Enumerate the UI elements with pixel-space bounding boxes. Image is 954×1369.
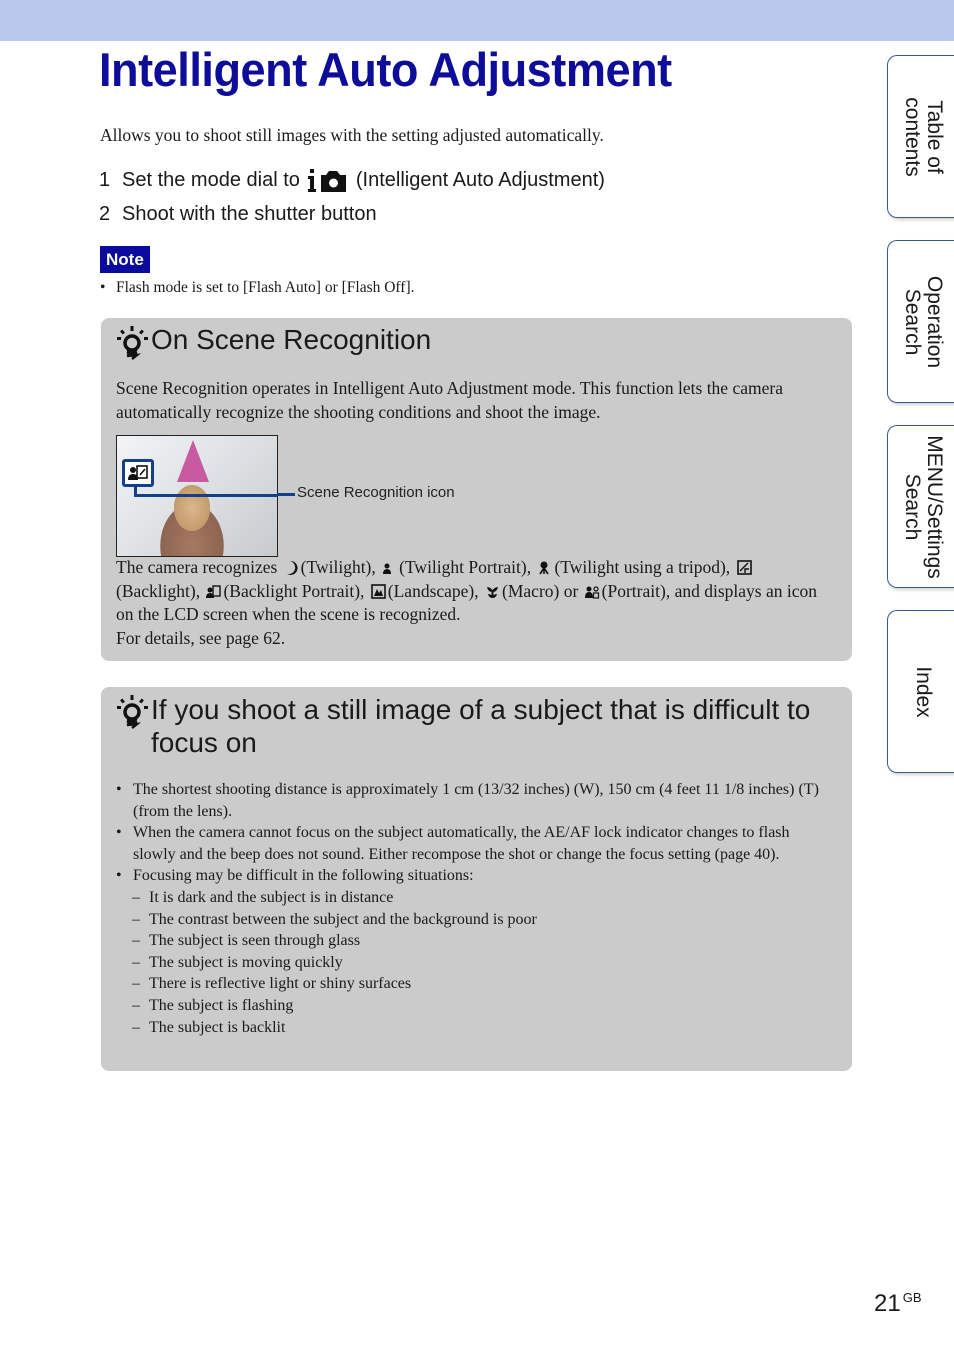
step-text: Set the mode dial to [122,168,300,191]
scene-label: (Macro) [502,580,560,601]
backlight-portrait-icon [206,584,222,598]
text: , and [665,580,700,601]
scene-recognition-panel: On Scene Recognition Scene Recognition o… [101,318,852,661]
list-item-text: When the camera cannot focus on the subj… [133,824,790,863]
sub-item-text: The contrast between the subject and the… [149,910,537,928]
step-1: 1 Set the mode dial to (Intelligent Auto… [99,167,605,193]
tab-label[interactable]: Index [912,666,935,717]
difficult-focus-panel: If you shoot a still image of a subject … [101,687,852,1071]
note-item: • Flash mode is set to [Flash Auto] or [F… [100,279,415,297]
tab-menu-settings-search[interactable]: MENU/Settings Search [887,425,954,588]
note-item-text: Flash mode is set to [Flash Auto] or [Fl… [116,279,415,296]
bullet: • [116,781,122,798]
sub-list-item: – The subject is moving quickly [116,952,836,974]
list-item: • Focusing may be difficult in the follow… [116,865,836,887]
tab-label[interactable]: Operation Search [901,275,946,367]
list-item-text: The shortest shooting distance is approx… [133,781,819,820]
hint-lightbulb-icon [117,326,148,360]
sub-list-item: – The subject is backlit [116,1017,836,1039]
dash: – [132,1018,140,1036]
step-number: 2 [99,203,111,225]
landscape-icon [370,583,386,599]
dash: – [132,975,140,993]
intro-text: Allows you to shoot still images with th… [100,125,604,145]
tab-index[interactable]: Index [887,610,954,773]
list-item: • The shortest shooting distance is appro… [116,779,836,822]
macro-icon [487,586,499,598]
scene-label: (Backlight Portrait) [223,580,361,601]
dash: – [132,888,140,906]
sub-item-text: The subject is seen through glass [149,932,361,950]
sub-list-item: – There is reflective light or shiny surf… [116,973,836,995]
scene-label: (Twilight using a tripod) [554,557,726,577]
step-number: 1 [99,168,111,191]
page-number-value: 21 [874,1290,901,1317]
list-item: • When the camera cannot focus on the sub… [116,822,836,865]
bullet: • [116,824,122,842]
sub-list-item: – The contrast between the subject and th… [116,909,836,931]
sub-list-item: – The subject is seen through glass [116,930,836,952]
sub-item-text: It is dark and the subject is in distanc… [149,888,394,906]
sub-item-text: The subject is backlit [149,1018,286,1036]
callout-line [134,494,277,497]
twilight-portrait-icon [383,563,397,574]
twilight-icon [286,560,298,575]
scene-label: (Twilight Portrait) [399,557,527,577]
tab-table-of-contents[interactable]: Table of contents [887,55,954,218]
scene-recognition-callout: Scene Recognition icon [297,484,455,501]
twilight-tripod-icon [539,561,553,575]
backlight-icon [736,560,752,575]
dash: – [132,932,140,950]
intelligent-auto-camera-icon [307,167,348,193]
bullet: • [116,867,122,885]
step-text-suffix: (Intelligent Auto Adjustment) [355,168,605,191]
scene-list-paragraph: The camera recognizes (Twilight), (Twili… [116,557,817,648]
text: The camera recognizes [116,557,278,577]
callout-line [277,493,295,496]
page-reference: For details, see page 62. [116,627,286,648]
list-item-text: Focusing may be difficult in the followi… [133,867,474,885]
dash: – [132,910,140,928]
heading-text: On Scene Recognition [151,324,432,355]
section-heading: If you shoot a still image of a subject … [115,693,831,759]
section-heading: On Scene Recognition [115,324,431,362]
heading-text: If you shoot a still image of a subject … [151,694,811,758]
sub-item-text: There is reflective light or shiny surfa… [149,975,412,993]
party-hat [177,440,209,482]
hint-lightbulb-icon [117,695,148,729]
note-badge: Note [100,246,150,273]
tab-label[interactable]: MENU/Settings Search [901,435,946,579]
text: or [563,580,579,601]
lcd-example-photo [116,435,278,557]
step-text: Shoot with the shutter button [122,203,377,225]
portrait-icon [584,585,599,599]
scene-label: (Landscape) [387,580,475,601]
top-banner [0,0,954,41]
dash: – [132,953,140,971]
scene-label: (Portrait) [601,580,666,601]
scene-label: (Backlight) [116,580,196,601]
step-2: 2 Shoot with the shutter button [99,203,377,226]
tab-label[interactable]: Table of contents [901,97,946,176]
scene-label: (Twilight) [300,557,372,577]
scene-recognition-description: Scene Recognition operates in Intelligen… [116,378,783,422]
focus-tips-list: • The shortest shooting distance is appro… [116,779,836,1038]
dash: – [132,996,140,1014]
sub-item-text: The subject is flashing [149,996,294,1014]
sub-list-item: – The subject is flashing [116,995,836,1017]
sub-item-text: The subject is moving quickly [149,953,343,971]
sub-list-item: – It is dark and the subject is in distan… [116,887,836,909]
scene-recognition-icon [122,459,154,487]
bullet: • [100,279,106,296]
page-region-suffix: GB [902,1290,922,1305]
tab-operation-search[interactable]: Operation Search [887,240,954,403]
page-number: 21 GB [874,1290,922,1318]
page-title: Intelligent Auto Adjustment [99,43,672,96]
